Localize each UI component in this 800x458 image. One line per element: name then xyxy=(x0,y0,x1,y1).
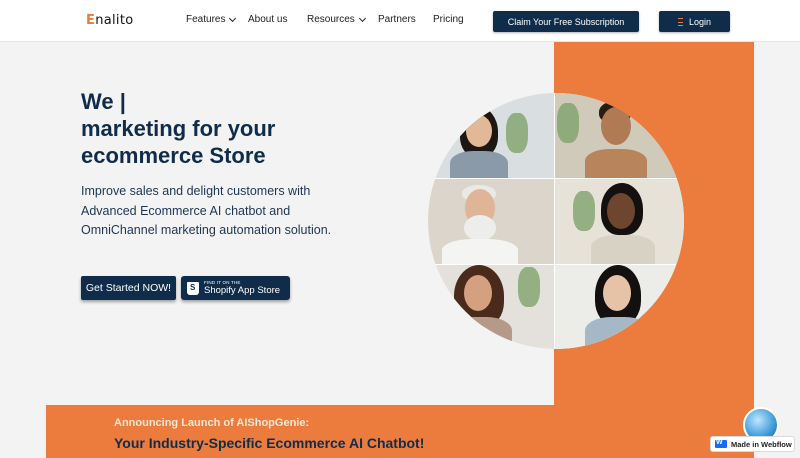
photo-tile xyxy=(428,179,554,264)
get-started-button[interactable]: Get Started NOW! xyxy=(81,276,176,300)
headline-line: ecommerce Store xyxy=(81,143,266,168)
photo-tile xyxy=(428,265,554,349)
nav-item-pricing[interactable]: Pricing xyxy=(433,14,464,25)
nav-item-resources[interactable]: Resources xyxy=(307,14,366,25)
nav-item-label: Pricing xyxy=(433,14,464,25)
photo-tile xyxy=(555,93,684,178)
claim-subscription-button[interactable]: Claim Your Free Subscription xyxy=(493,11,639,32)
chevron-down-icon xyxy=(358,14,366,22)
photo-tile xyxy=(555,179,684,264)
announcement-title: Announcing Launch of AIShopGenie: xyxy=(114,417,310,429)
webflow-logo-icon xyxy=(715,439,727,448)
menu-icon xyxy=(677,17,683,26)
claim-subscription-label: Claim Your Free Subscription xyxy=(507,16,625,27)
nav-item-features[interactable]: Features xyxy=(186,14,237,25)
hero-headline: We | marketing for your ecommerce Store xyxy=(81,88,275,169)
nav-item-partners[interactable]: Partners xyxy=(378,14,416,25)
photo-tile xyxy=(555,265,684,349)
shopify-bag-icon xyxy=(187,281,199,295)
shopify-text: FIND IT ON THE Shopify App Store xyxy=(204,280,281,296)
get-started-label: Get Started NOW! xyxy=(85,282,172,294)
top-navbar: Enalito Features About us Resources Part… xyxy=(0,0,800,42)
logo[interactable]: Enalito xyxy=(86,13,133,28)
photo-tile xyxy=(428,93,554,178)
customer-photo-collage xyxy=(428,93,684,349)
chevron-down-icon xyxy=(229,14,237,22)
announcement-headline: Your Industry-Specific Ecommerce AI Chat… xyxy=(114,435,425,451)
nav-item-label: Features xyxy=(186,14,226,25)
announcement-banner: Announcing Launch of AIShopGenie: Your I… xyxy=(46,405,754,458)
shopify-app-store-button[interactable]: FIND IT ON THE Shopify App Store xyxy=(181,276,290,300)
login-label: Login xyxy=(688,16,712,27)
made-in-webflow-badge[interactable]: Made in Webflow xyxy=(710,436,795,452)
login-button[interactable]: Login xyxy=(659,11,730,32)
nav-item-label: Partners xyxy=(378,14,416,25)
nav-item-label: Resources xyxy=(307,14,355,25)
webflow-badge-label: Made in Webflow xyxy=(731,439,792,449)
shopify-big-text: Shopify App Store xyxy=(204,285,281,296)
nav-item-label: About us xyxy=(248,14,288,25)
hero-subtext: Improve sales and delight customers with… xyxy=(81,184,332,237)
headline-line: We | xyxy=(81,89,126,114)
headline-line: marketing for your xyxy=(81,116,276,141)
nav-item-about[interactable]: About us xyxy=(248,14,287,25)
